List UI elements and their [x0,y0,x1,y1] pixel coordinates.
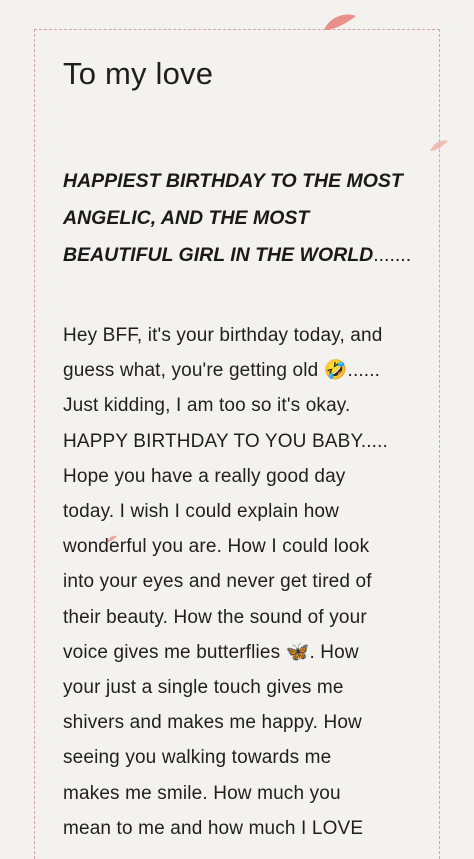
body-line: Hey BFF, it's your birthday today, and [63,325,383,346]
body-line: guess what, you're getting old 🤣...... [63,360,381,382]
body-line: their beauty. How the sound of your [63,606,367,628]
body-line: your just a single touch gives me [63,677,344,699]
body-line: into your eyes and never get tired of [63,571,372,593]
body-line: voice gives me butterflies 🦋. How [63,641,359,663]
body-line: mean to me and how much I LOVE [63,817,364,839]
body-line: today. I wish I could explain how [63,501,340,523]
petal-decoration-top [324,14,356,30]
body-line: Just kidding, I am too so it's okay. [63,395,351,417]
body-line: wonderful you are. How I could look [63,536,370,558]
body-line: seeing you walking towards me [63,747,332,769]
letter-body: Hey BFF, it's your birthday today, and g… [63,318,435,846]
body-line: makes me smile. How much you [63,782,341,804]
letter-title: To my love [63,56,214,91]
body-line: HAPPY BIRTHDAY TO YOU BABY..... [63,430,388,452]
headline-trail: ....... [373,244,412,266]
petal-decoration-right [430,140,448,151]
headline-text: HAPPIEST BIRTHDAY TO THE MOST ANGELIC, A… [63,170,403,266]
body-line: Hope you have a really good day [63,465,346,487]
letter-headline: HAPPIEST BIRTHDAY TO THE MOST ANGELIC, A… [63,163,423,274]
body-line: shivers and makes me happy. How [63,712,362,734]
